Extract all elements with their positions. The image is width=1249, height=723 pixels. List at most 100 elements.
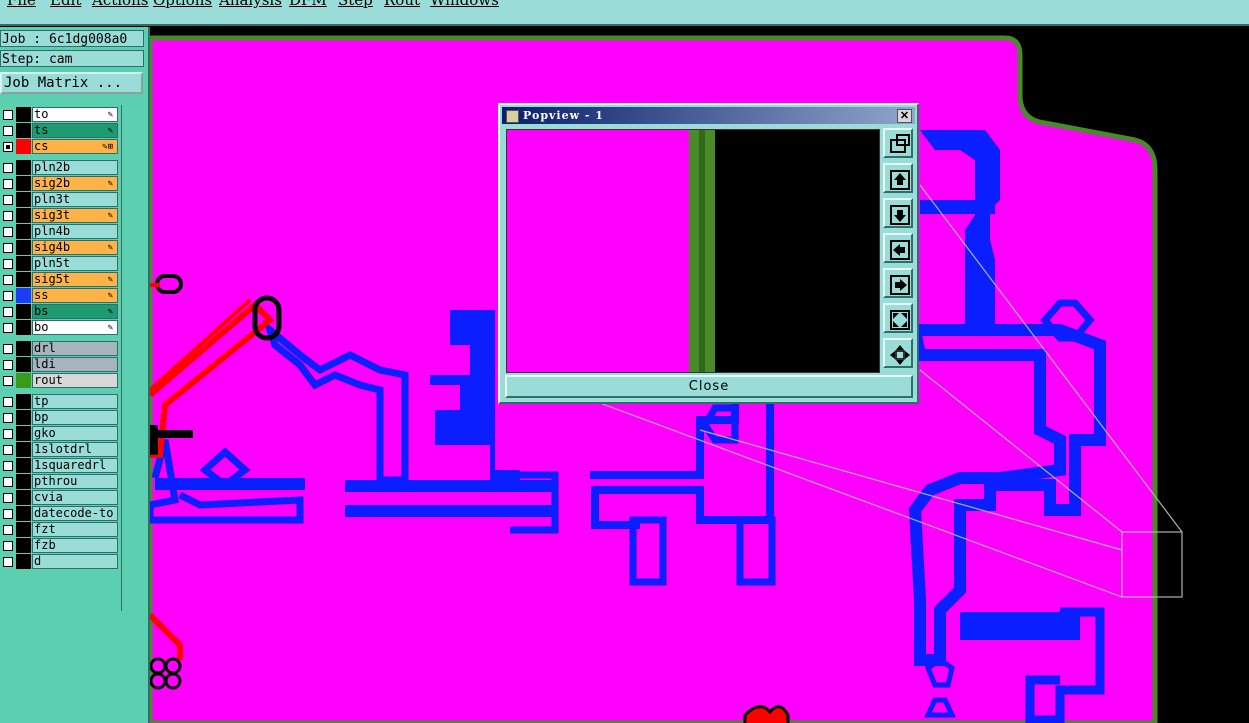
layer-row-bs[interactable]: bs ✎ <box>0 304 118 319</box>
layer-name[interactable]: datecode-to <box>32 506 118 521</box>
menu-analysis[interactable]: Analysis <box>219 0 282 9</box>
layer-checkbox[interactable] <box>3 397 13 407</box>
layer-row-fzt[interactable]: fzt <box>0 522 118 537</box>
layer-name[interactable]: cs ✎⊞ <box>32 139 118 154</box>
layer-color-swatch[interactable] <box>16 139 31 154</box>
layer-name[interactable]: pln2b <box>32 160 118 175</box>
layer-color-swatch[interactable] <box>16 506 31 521</box>
menu-actions[interactable]: Actions <box>92 0 148 9</box>
layer-row-1squaredrl[interactable]: 1squaredrl <box>0 458 118 473</box>
layer-color-swatch[interactable] <box>16 442 31 457</box>
layer-checkbox[interactable] <box>3 557 13 567</box>
popview-canvas[interactable] <box>506 129 880 373</box>
layer-row-sig4b[interactable]: sig4b ✎ <box>0 240 118 255</box>
layer-row-pthrou[interactable]: pthrou <box>0 474 118 489</box>
pan-left-button[interactable] <box>883 233 913 263</box>
layer-name[interactable]: bs ✎ <box>32 304 118 319</box>
layer-row-cvia[interactable]: cvia <box>0 490 118 505</box>
job-matrix-button[interactable]: Job Matrix ... <box>0 72 143 94</box>
layer-checkbox[interactable] <box>3 461 13 471</box>
layer-color-swatch[interactable] <box>16 256 31 271</box>
close-icon[interactable]: ✕ <box>897 109 912 123</box>
layer-color-swatch[interactable] <box>16 304 31 319</box>
menu-rout[interactable]: Rout <box>384 0 420 9</box>
layer-color-swatch[interactable] <box>16 320 31 335</box>
layer-name[interactable]: cvia <box>32 490 118 505</box>
layer-row-gko[interactable]: gko <box>0 426 118 441</box>
menu-edit[interactable]: Edit <box>50 0 81 9</box>
layer-checkbox[interactable] <box>3 275 13 285</box>
layer-color-swatch[interactable] <box>16 288 31 303</box>
layer-checkbox[interactable] <box>3 259 13 269</box>
menu-windows[interactable]: Windows <box>430 0 499 9</box>
layer-color-swatch[interactable] <box>16 490 31 505</box>
close-button[interactable]: Close <box>505 375 913 398</box>
layer-row-datecode-to[interactable]: datecode-to <box>0 506 118 521</box>
zoom-out-button[interactable] <box>883 338 913 368</box>
layer-checkbox[interactable] <box>3 541 13 551</box>
layer-name[interactable]: tp <box>32 394 118 409</box>
layer-checkbox[interactable] <box>3 179 13 189</box>
layer-name[interactable]: sig4b ✎ <box>32 240 118 255</box>
layer-checkbox[interactable] <box>3 509 13 519</box>
layer-name[interactable]: sig3t ✎ <box>32 208 118 223</box>
layer-checkbox[interactable] <box>3 227 13 237</box>
layer-checkbox[interactable] <box>3 429 13 439</box>
popview-window[interactable]: Popview - 1 ✕ Close <box>498 103 919 404</box>
layer-name[interactable]: rout <box>32 373 118 388</box>
layer-color-swatch[interactable] <box>16 522 31 537</box>
layer-name[interactable]: d <box>32 554 118 569</box>
layer-checkbox[interactable] <box>3 360 13 370</box>
layer-color-swatch[interactable] <box>16 123 31 138</box>
popview-title-bar[interactable]: Popview - 1 ✕ <box>502 107 915 124</box>
layer-name[interactable]: gko <box>32 426 118 441</box>
layer-checkbox[interactable] <box>3 211 13 221</box>
layer-name[interactable]: pln4b <box>32 224 118 239</box>
layer-row-bo[interactable]: bo ✎ <box>0 320 118 335</box>
zoom-fit-button[interactable] <box>883 128 913 158</box>
layer-name[interactable]: pln5t <box>32 256 118 271</box>
layer-color-swatch[interactable] <box>16 240 31 255</box>
layer-row-sig3t[interactable]: sig3t ✎ <box>0 208 118 223</box>
layer-row-bp[interactable]: bp <box>0 410 118 425</box>
pan-right-button[interactable] <box>883 268 913 298</box>
layer-row-fzb[interactable]: fzb <box>0 538 118 553</box>
layer-name[interactable]: ldi <box>32 357 118 372</box>
layer-color-swatch[interactable] <box>16 394 31 409</box>
layer-checkbox[interactable] <box>3 243 13 253</box>
layer-checkbox[interactable] <box>3 323 13 333</box>
layer-row-pln3t[interactable]: pln3t <box>0 192 118 207</box>
layer-checkbox[interactable] <box>3 477 13 487</box>
layer-checkbox[interactable] <box>3 307 13 317</box>
layer-row-1slotdrl[interactable]: 1slotdrl <box>0 442 118 457</box>
layer-name[interactable]: ss ✎ <box>32 288 118 303</box>
layer-row-drl[interactable]: drl <box>0 341 118 356</box>
layer-checkbox[interactable] <box>3 110 13 120</box>
layer-name[interactable]: pthrou <box>32 474 118 489</box>
layer-checkbox[interactable] <box>3 493 13 503</box>
pan-down-button[interactable] <box>883 198 913 228</box>
layer-color-swatch[interactable] <box>16 357 31 372</box>
layer-name[interactable]: sig2b ✎ <box>32 176 118 191</box>
layer-color-swatch[interactable] <box>16 373 31 388</box>
layer-name[interactable]: sig5t ✎ <box>32 272 118 287</box>
layer-checkbox[interactable] <box>3 344 13 354</box>
layer-row-d[interactable]: d <box>0 554 118 569</box>
layer-checkbox[interactable] <box>3 291 13 301</box>
layer-color-swatch[interactable] <box>16 224 31 239</box>
zoom-in-button[interactable] <box>883 303 913 333</box>
layer-row-sig5t[interactable]: sig5t ✎ <box>0 272 118 287</box>
layer-color-swatch[interactable] <box>16 176 31 191</box>
layer-name[interactable]: fzb <box>32 538 118 553</box>
layer-name[interactable]: bo ✎ <box>32 320 118 335</box>
layer-color-swatch[interactable] <box>16 107 31 122</box>
layer-color-swatch[interactable] <box>16 474 31 489</box>
layer-name[interactable]: 1slotdrl <box>32 442 118 457</box>
layer-checkbox[interactable] <box>3 126 13 136</box>
menu-dfm[interactable]: DFM <box>289 0 327 9</box>
layer-row-cs[interactable]: cs ✎⊞ <box>0 139 118 154</box>
layer-checkbox[interactable] <box>3 195 13 205</box>
layer-color-swatch[interactable] <box>16 341 31 356</box>
layer-row-rout[interactable]: rout <box>0 373 118 388</box>
layer-name[interactable]: bp <box>32 410 118 425</box>
